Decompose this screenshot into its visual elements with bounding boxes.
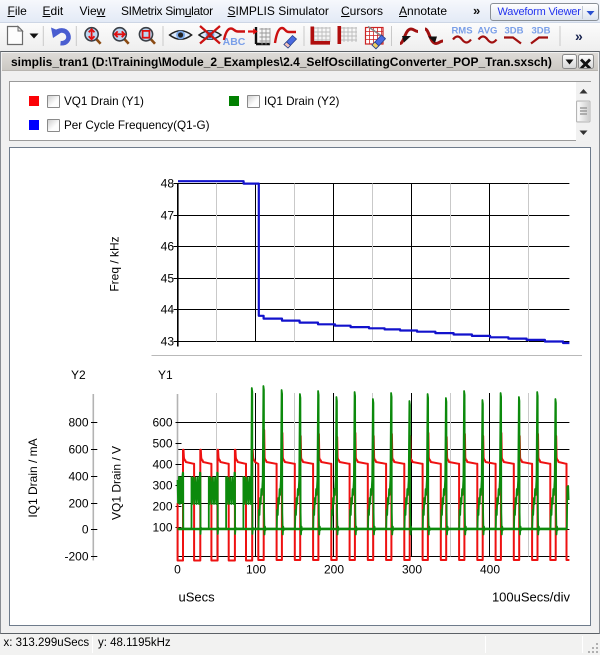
svg-text:RMS: RMS — [451, 26, 472, 37]
svg-text:100: 100 — [152, 521, 172, 535]
svg-text:200: 200 — [152, 500, 172, 514]
svg-text:200: 200 — [68, 497, 88, 511]
svg-text:0: 0 — [82, 523, 89, 537]
svg-text:300: 300 — [152, 479, 172, 493]
svg-text:300: 300 — [402, 563, 422, 577]
svg-text:VQ1 Drain / V: VQ1 Drain / V — [110, 446, 124, 520]
svg-text:200: 200 — [324, 563, 344, 577]
svg-text:100: 100 — [246, 563, 266, 577]
svg-text:800: 800 — [68, 416, 88, 430]
svg-text:»: » — [575, 28, 583, 44]
svg-text:47: 47 — [161, 209, 175, 223]
svg-text:AVG: AVG — [478, 26, 498, 37]
svg-text:3DB: 3DB — [531, 26, 550, 37]
svg-text:IQ1 Drain / mA: IQ1 Drain / mA — [26, 438, 40, 517]
svg-text:Y2: Y2 — [71, 368, 86, 382]
svg-text:44: 44 — [161, 303, 175, 317]
svg-text:0: 0 — [174, 563, 181, 577]
svg-text:400: 400 — [68, 470, 88, 484]
svg-text:400: 400 — [480, 563, 500, 577]
svg-text:100uSecs/div: 100uSecs/div — [492, 590, 571, 605]
svg-text:43: 43 — [161, 335, 175, 349]
svg-text:3DB: 3DB — [504, 26, 523, 37]
svg-text:Y1: Y1 — [158, 368, 173, 382]
svg-text:-200: -200 — [64, 550, 88, 564]
svg-text:500: 500 — [152, 437, 172, 451]
svg-text:48: 48 — [161, 177, 175, 191]
svg-text:600: 600 — [68, 443, 88, 457]
svg-text:600: 600 — [152, 416, 172, 430]
svg-text:45: 45 — [161, 272, 175, 286]
svg-text:400: 400 — [152, 458, 172, 472]
svg-text:uSecs: uSecs — [179, 590, 216, 605]
svg-text:ABC: ABC — [223, 36, 246, 48]
svg-text:46: 46 — [161, 240, 175, 254]
svg-text:Freq / kHz: Freq / kHz — [108, 236, 122, 291]
